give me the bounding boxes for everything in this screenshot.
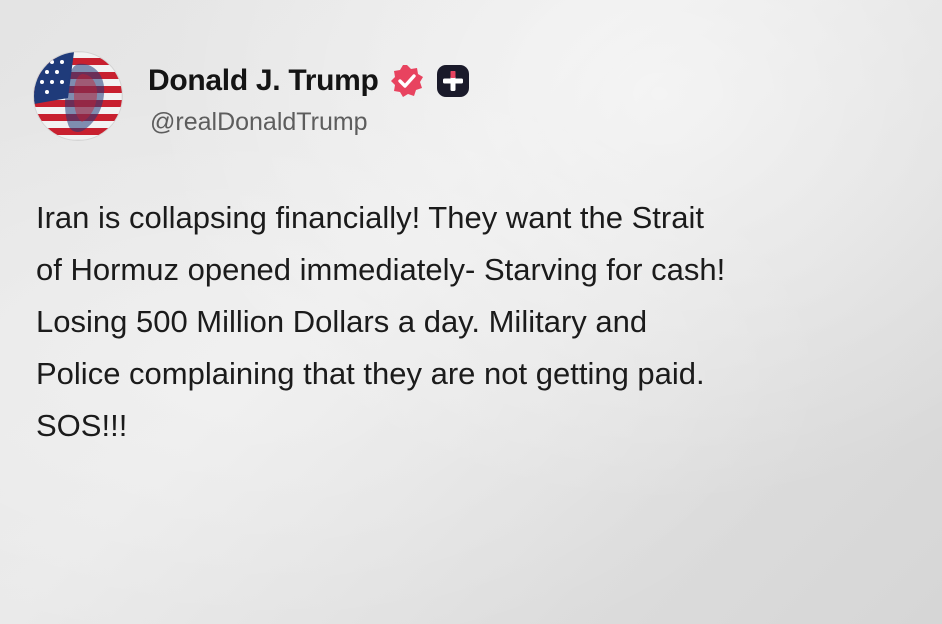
display-name[interactable]: Donald J. Trump — [148, 64, 379, 98]
post-text-line: SOS!!! — [36, 408, 128, 443]
name-row: Donald J. Trump — [148, 62, 471, 100]
post-text-line: Police complaining that they are not get… — [36, 356, 705, 391]
post-text-line: Iran is collapsing financially! They wan… — [36, 200, 704, 235]
user-handle[interactable]: @realDonaldTrump — [150, 108, 368, 137]
avatar[interactable] — [34, 52, 122, 140]
verified-badge-icon — [389, 63, 425, 99]
post-text-line: of Hormuz opened immediately- Starving f… — [36, 252, 726, 287]
post-text: Iran is collapsing financially! They wan… — [36, 192, 916, 452]
plus-icon[interactable] — [435, 63, 471, 99]
post-text-line: Losing 500 Million Dollars a day. Milita… — [36, 304, 648, 339]
avatar-image — [34, 52, 122, 140]
post-card: Donald J. Trump @realDonaldTrump Iran is… — [0, 0, 942, 624]
